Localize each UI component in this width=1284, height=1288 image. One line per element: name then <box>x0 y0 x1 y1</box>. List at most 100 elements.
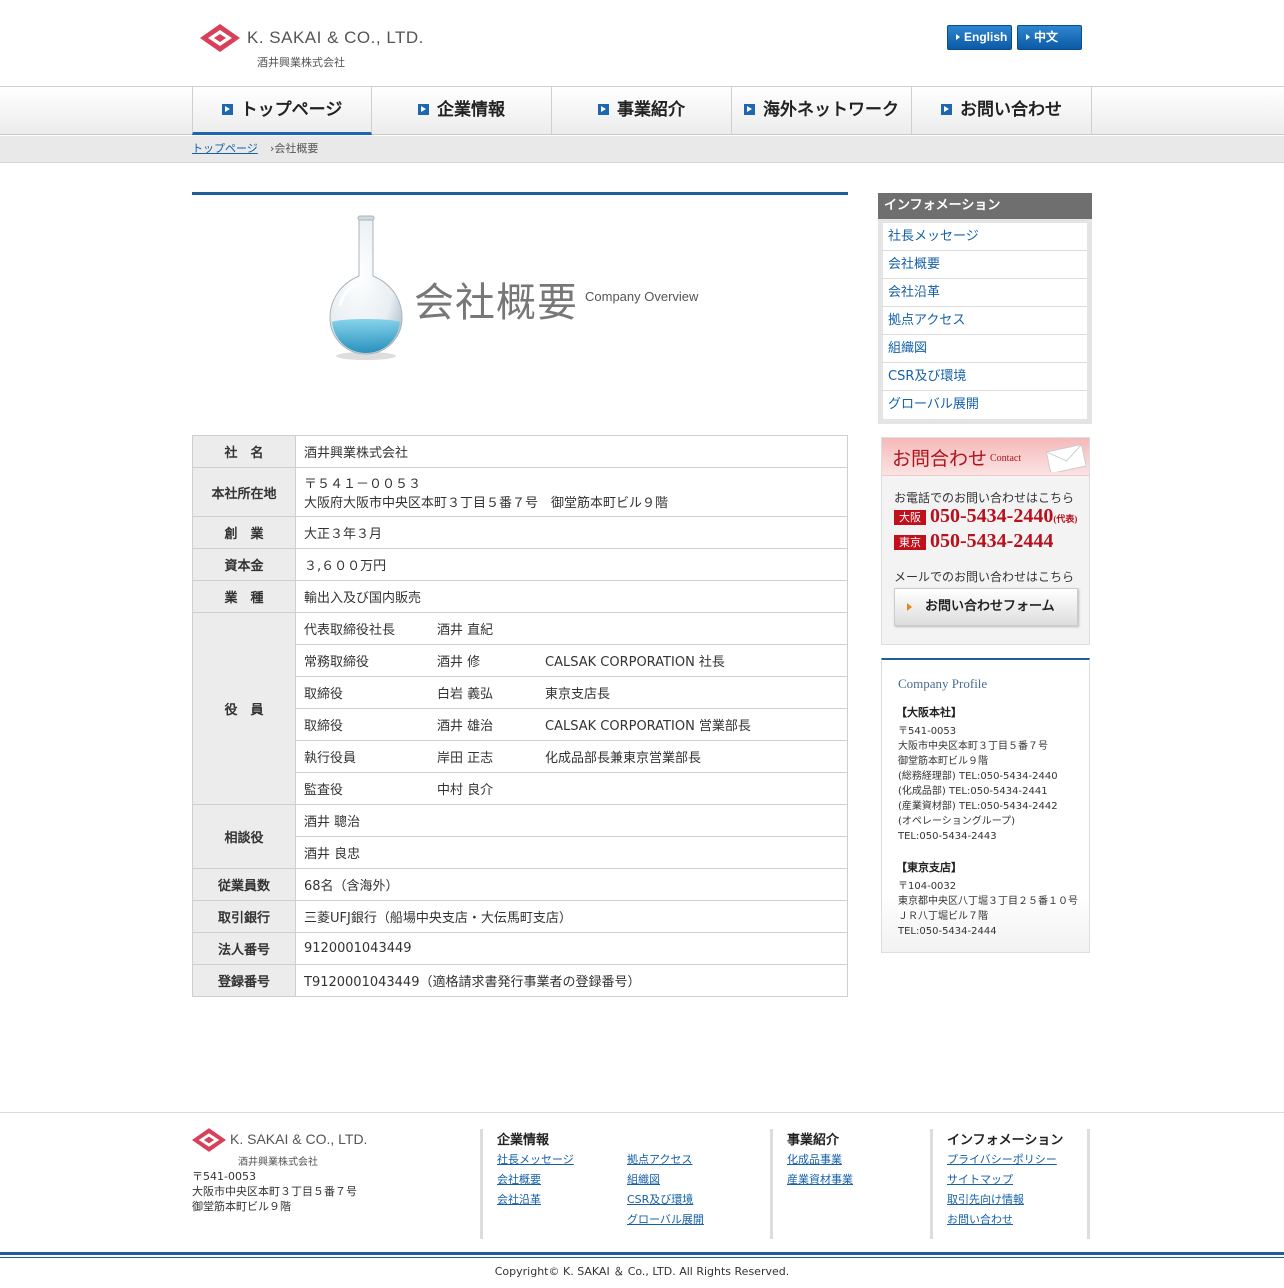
sidebar: インフォメーション 社長メッセージ 会社概要 会社沿革 拠点アクセス 組織図 C… <box>878 193 1092 953</box>
advisor-name: 酒井 聰治 <box>295 804 848 837</box>
profile-line: (化成品部) TEL:050-5434-2441 <box>898 786 1048 797</box>
footer-link[interactable]: グローバル展開 <box>627 1211 704 1227</box>
nav-label: 企業情報 <box>437 100 505 120</box>
row-value: 〒５４１－００５３ 大阪府大阪市中央区本町３丁目５番７号 御堂筋本町ビル９階 <box>295 467 848 517</box>
officer-name: 岸田 正志 <box>437 751 494 766</box>
officer-name: 酒井 修 <box>437 655 481 670</box>
sidebar-item-overview[interactable]: 会社概要 <box>883 251 1087 279</box>
officer-name: 中村 良介 <box>437 783 494 798</box>
tokyo-phone[interactable]: 050-5434-2444 <box>930 530 1053 553</box>
row-label: 相談役 <box>192 804 296 869</box>
footer-logo[interactable]: K. SAKAI & CO., LTD. 酒井興業株式会社 <box>192 1128 367 1168</box>
footer-col-title: インフォメーション <box>947 1133 1064 1148</box>
profile-title: Company Profile <box>898 676 988 691</box>
officer-note: CALSAK CORPORATION 営業部長 <box>545 719 751 734</box>
logo-subtitle: 酒井興業株式会社 <box>257 56 345 69</box>
footer-link[interactable]: 組織図 <box>627 1171 660 1187</box>
english-button[interactable]: English <box>947 25 1012 50</box>
nav-item-contact[interactable]: お問い合わせ <box>912 87 1092 135</box>
officer-note: 東京支店長 <box>545 687 611 702</box>
sidebar-item-president-message[interactable]: 社長メッセージ <box>883 223 1087 251</box>
footer-link[interactable]: 会社概要 <box>497 1171 541 1187</box>
row-label: 業 種 <box>192 580 296 613</box>
logo-diamond-icon <box>200 24 240 52</box>
row-label: 創 業 <box>192 516 296 549</box>
officer-note: CALSAK CORPORATION 社長 <box>545 655 725 670</box>
nav-item-network[interactable]: 海外ネットワーク <box>732 87 912 135</box>
nav-item-company[interactable]: 企業情報 <box>372 87 552 135</box>
nav-item-top[interactable]: トップページ <box>192 87 372 135</box>
nav-label: お問い合わせ <box>960 100 1062 120</box>
profile-line: ＪＲ八丁堀ビル７階 <box>898 911 988 922</box>
row-label: 取引銀行 <box>192 900 296 933</box>
footer-link[interactable]: CSR及び環境 <box>627 1191 693 1207</box>
nav-label: 事業紹介 <box>617 100 685 120</box>
flask-image <box>329 215 403 360</box>
breadcrumb-home-link[interactable]: トップページ <box>192 136 258 162</box>
officer-name: 白岩 義弘 <box>437 687 494 702</box>
nav-arrow-icon <box>941 104 952 115</box>
page-title: 会社概要 <box>414 280 578 326</box>
sidebar-item-access[interactable]: 拠点アクセス <box>883 307 1087 335</box>
row-value: 三菱UFJ銀行（船場中央支店・大伝馬町支店） <box>295 900 848 933</box>
osaka-phone[interactable]: 050-5434-2440(代表) <box>930 505 1077 528</box>
officer-row: 代表取締役社長 酒井 直紀 <box>295 612 848 645</box>
page-subtitle: Company Overview <box>585 289 699 304</box>
footer-link[interactable]: 化成品事業 <box>787 1151 842 1167</box>
row-value: ３,６００万円 <box>295 548 848 581</box>
osaka-phone-suffix: (代表) <box>1053 514 1078 524</box>
sidebar-item-global[interactable]: グローバル展開 <box>883 391 1087 419</box>
footer-link[interactable]: 産業資材事業 <box>787 1171 853 1187</box>
company-logo[interactable]: K. SAKAI & CO., LTD. 酒井興業株式会社 <box>200 22 423 72</box>
footer-link[interactable]: 取引先向け情報 <box>947 1191 1024 1207</box>
row-label: 法人番号 <box>192 932 296 965</box>
footer-link[interactable]: 拠点アクセス <box>627 1151 692 1167</box>
footer-link[interactable]: お問い合わせ <box>947 1211 1013 1227</box>
company-overview-table: 社 名 酒井興業株式会社 本社所在地 〒５４１－００５３ 大阪府大阪市中央区本町… <box>192 435 848 997</box>
footer-link[interactable]: 社長メッセージ <box>497 1151 574 1167</box>
profile-line: (産業資材部) TEL:050-5434-2442 <box>898 801 1058 812</box>
footer-link[interactable]: サイトマップ <box>947 1171 1013 1187</box>
table-row: 取引銀行 三菱UFJ銀行（船場中央支店・大伝馬町支店） <box>192 900 848 933</box>
sidebar-item-organization[interactable]: 組織図 <box>883 335 1087 363</box>
footer-link[interactable]: 会社沿革 <box>497 1191 541 1207</box>
footer-col-company: 企業情報 社長メッセージ 会社概要 会社沿革 拠点アクセス 組織図 CSR及び環… <box>480 1129 770 1239</box>
row-value: 大正３年３月 <box>295 516 848 549</box>
footer-col-title: 事業紹介 <box>787 1133 840 1148</box>
nav-arrow-icon <box>221 104 233 115</box>
profile-line: 東京都中央区八丁堀３丁目２５番１０号 <box>898 896 1078 907</box>
sidebar-item-csr[interactable]: CSR及び環境 <box>883 363 1087 391</box>
footer-col-business: 事業紹介 化成品事業 産業資材事業 <box>770 1129 930 1239</box>
osaka-tag: 大阪 <box>894 510 926 525</box>
officer-row: 執行役員 岸田 正志 化成品部長兼東京営業部長 <box>295 740 848 773</box>
address-postal: 〒５４１－００５３ <box>304 477 422 492</box>
officer-title: 取締役 <box>304 719 344 734</box>
footer-address-line: 大阪市中央区本町３丁目５番７号 <box>192 1185 357 1198</box>
breadcrumb: トップページ ›会社概要 <box>0 136 1284 163</box>
row-label: 登録番号 <box>192 964 296 997</box>
footer-address-line: 御堂筋本町ビル９階 <box>192 1200 291 1213</box>
envelope-icon <box>1046 444 1086 472</box>
contact-title-en: Contact <box>990 453 1022 464</box>
footer-link[interactable]: プライバシーポリシー <box>947 1151 1057 1167</box>
table-row: 業 種 輸出入及び国内販売 <box>192 580 848 613</box>
contact-form-button[interactable]: お問い合わせフォーム <box>894 588 1078 626</box>
profile-line: 大阪市中央区本町３丁目５番７号 <box>898 741 1048 752</box>
officer-title: 常務取締役 <box>304 655 370 670</box>
global-nav: トップページ 企業情報 事業紹介 海外ネットワーク お問い合わせ <box>0 86 1284 135</box>
row-label: 資本金 <box>192 548 296 581</box>
row-label: 役 員 <box>192 612 296 805</box>
chinese-button[interactable]: 中文 <box>1017 25 1082 50</box>
tokyo-tag: 東京 <box>894 535 926 550</box>
table-row: 創 業 大正３年３月 <box>192 516 848 549</box>
nav-arrow-icon <box>598 104 609 115</box>
title-rule <box>192 192 848 195</box>
info-heading: インフォメーション <box>878 193 1092 219</box>
info-menu: 社長メッセージ 会社概要 会社沿革 拠点アクセス 組織図 CSR及び環境 グロー… <box>878 219 1092 424</box>
sidebar-item-history[interactable]: 会社沿革 <box>883 279 1087 307</box>
profile-line: (オペレーショングループ) <box>898 816 1016 827</box>
mail-prompt: メールでのお問い合わせはこちら <box>894 570 1075 584</box>
contact-title: お問合わせ <box>892 448 988 470</box>
nav-item-business[interactable]: 事業紹介 <box>552 87 732 135</box>
site-footer: K. SAKAI & CO., LTD. 酒井興業株式会社 〒541-0053 … <box>0 1112 1284 1288</box>
